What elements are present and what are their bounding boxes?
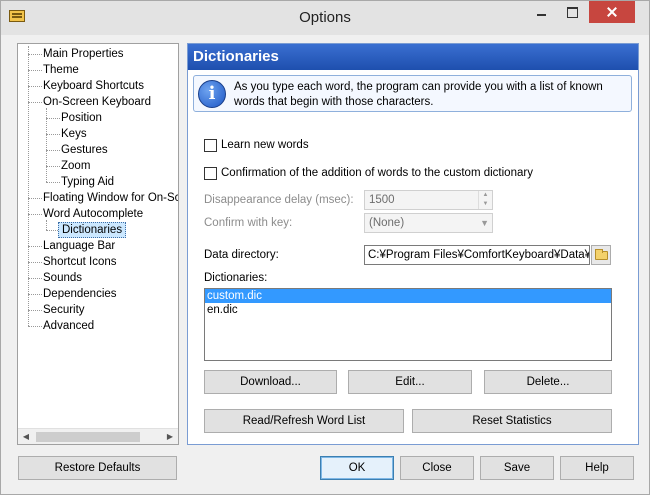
list-item[interactable]: en.dic — [205, 303, 611, 317]
refresh-word-list-button[interactable]: Read/Refresh Word List — [204, 409, 404, 433]
confirm-with-key-value: (None) — [369, 217, 405, 229]
tree-item[interactable]: Security — [40, 302, 88, 318]
tree-item[interactable]: Advanced — [40, 318, 97, 334]
tree-item[interactable]: Zoom — [58, 158, 93, 174]
title-bar: Options — [1, 1, 649, 35]
tree-item[interactable]: Language Bar — [40, 238, 118, 254]
disappearance-delay-value: 1500 — [369, 194, 395, 206]
disappearance-delay-label: Disappearance delay (msec): — [204, 194, 354, 206]
maximize-button[interactable] — [559, 1, 585, 23]
tree-item[interactable]: Dictionaries — [58, 222, 127, 238]
confirm-addition-label[interactable]: Confirmation of the addition of words to… — [221, 167, 533, 179]
tree-item[interactable]: Position — [58, 110, 105, 126]
confirm-with-key-label: Confirm with key: — [204, 217, 293, 229]
tree-item[interactable]: Keyboard Shortcuts — [40, 78, 147, 94]
tree-item[interactable]: Word Autocomplete — [40, 206, 146, 222]
scroll-left-arrow-icon[interactable]: ◀ — [18, 429, 34, 444]
tree-horizontal-scrollbar[interactable]: ◀ ▶ — [18, 428, 178, 444]
dictionaries-label: Dictionaries: — [204, 272, 268, 284]
close-button[interactable]: Close — [400, 456, 474, 480]
close-window-button[interactable] — [589, 1, 635, 23]
tree-item[interactable]: Typing Aid — [58, 174, 117, 190]
list-item[interactable]: custom.dic — [205, 289, 611, 303]
data-directory-input[interactable]: C:¥Program Files¥ComfortKeyboard¥Data¥ — [364, 245, 590, 265]
options-tree[interactable]: ◀ ▶ Main Properties Theme Keyboard Shortcu… — [17, 43, 179, 445]
edit-button[interactable]: Edit... — [348, 370, 472, 394]
save-button[interactable]: Save — [480, 456, 554, 480]
spinner-arrows-icon[interactable]: ▲ ▼ — [478, 191, 492, 209]
delete-button[interactable]: Delete... — [484, 370, 612, 394]
restore-defaults-button[interactable]: Restore Defaults — [18, 456, 177, 480]
info-text: As you type each word, the program can p… — [234, 81, 603, 108]
tree-connector — [46, 108, 47, 182]
dictionaries-list[interactable]: custom.dic en.dic — [204, 288, 612, 361]
disappearance-delay-spinner[interactable]: 1500 ▲ ▼ — [364, 190, 493, 210]
info-box: i As you type each word, the program can… — [193, 75, 632, 112]
folder-icon — [595, 249, 608, 260]
tree-item[interactable]: Gestures — [58, 142, 111, 158]
download-button[interactable]: Download... — [204, 370, 337, 394]
tree-item[interactable]: Sounds — [40, 270, 85, 286]
tree-item[interactable]: Keys — [58, 126, 90, 142]
options-window: Options ◀ ▶ Main Properties Theme Keyboard… — [0, 0, 650, 495]
learn-new-words-checkbox[interactable] — [204, 139, 217, 152]
tree-item[interactable]: On-Screen Keyboard — [40, 94, 154, 110]
data-directory-label: Data directory: — [204, 249, 279, 261]
learn-new-words-label[interactable]: Learn new words — [221, 139, 309, 151]
tree-item[interactable]: Floating Window for On-Scre — [40, 190, 178, 206]
minimize-button[interactable] — [529, 1, 555, 23]
ok-button[interactable]: OK — [320, 456, 394, 480]
reset-statistics-button[interactable]: Reset Statistics — [412, 409, 612, 433]
help-button[interactable]: Help — [560, 456, 634, 480]
scroll-right-arrow-icon[interactable]: ▶ — [162, 429, 178, 444]
scrollbar-thumb[interactable] — [36, 432, 140, 442]
tree-item[interactable]: Shortcut Icons — [40, 254, 120, 270]
tree-connector — [28, 46, 29, 326]
settings-panel: Dictionaries i As you type each word, th… — [187, 43, 639, 445]
tree-item[interactable]: Dependencies — [40, 286, 120, 302]
tree-item[interactable]: Main Properties — [40, 46, 127, 62]
chevron-down-icon: ▼ — [480, 218, 489, 228]
panel-title: Dictionaries — [188, 44, 638, 70]
confirm-addition-checkbox[interactable] — [204, 167, 217, 180]
info-icon: i — [198, 80, 226, 108]
confirm-with-key-select[interactable]: (None) ▼ — [364, 213, 493, 233]
tree-item[interactable]: Theme — [40, 62, 82, 78]
browse-folder-button[interactable] — [591, 245, 611, 265]
